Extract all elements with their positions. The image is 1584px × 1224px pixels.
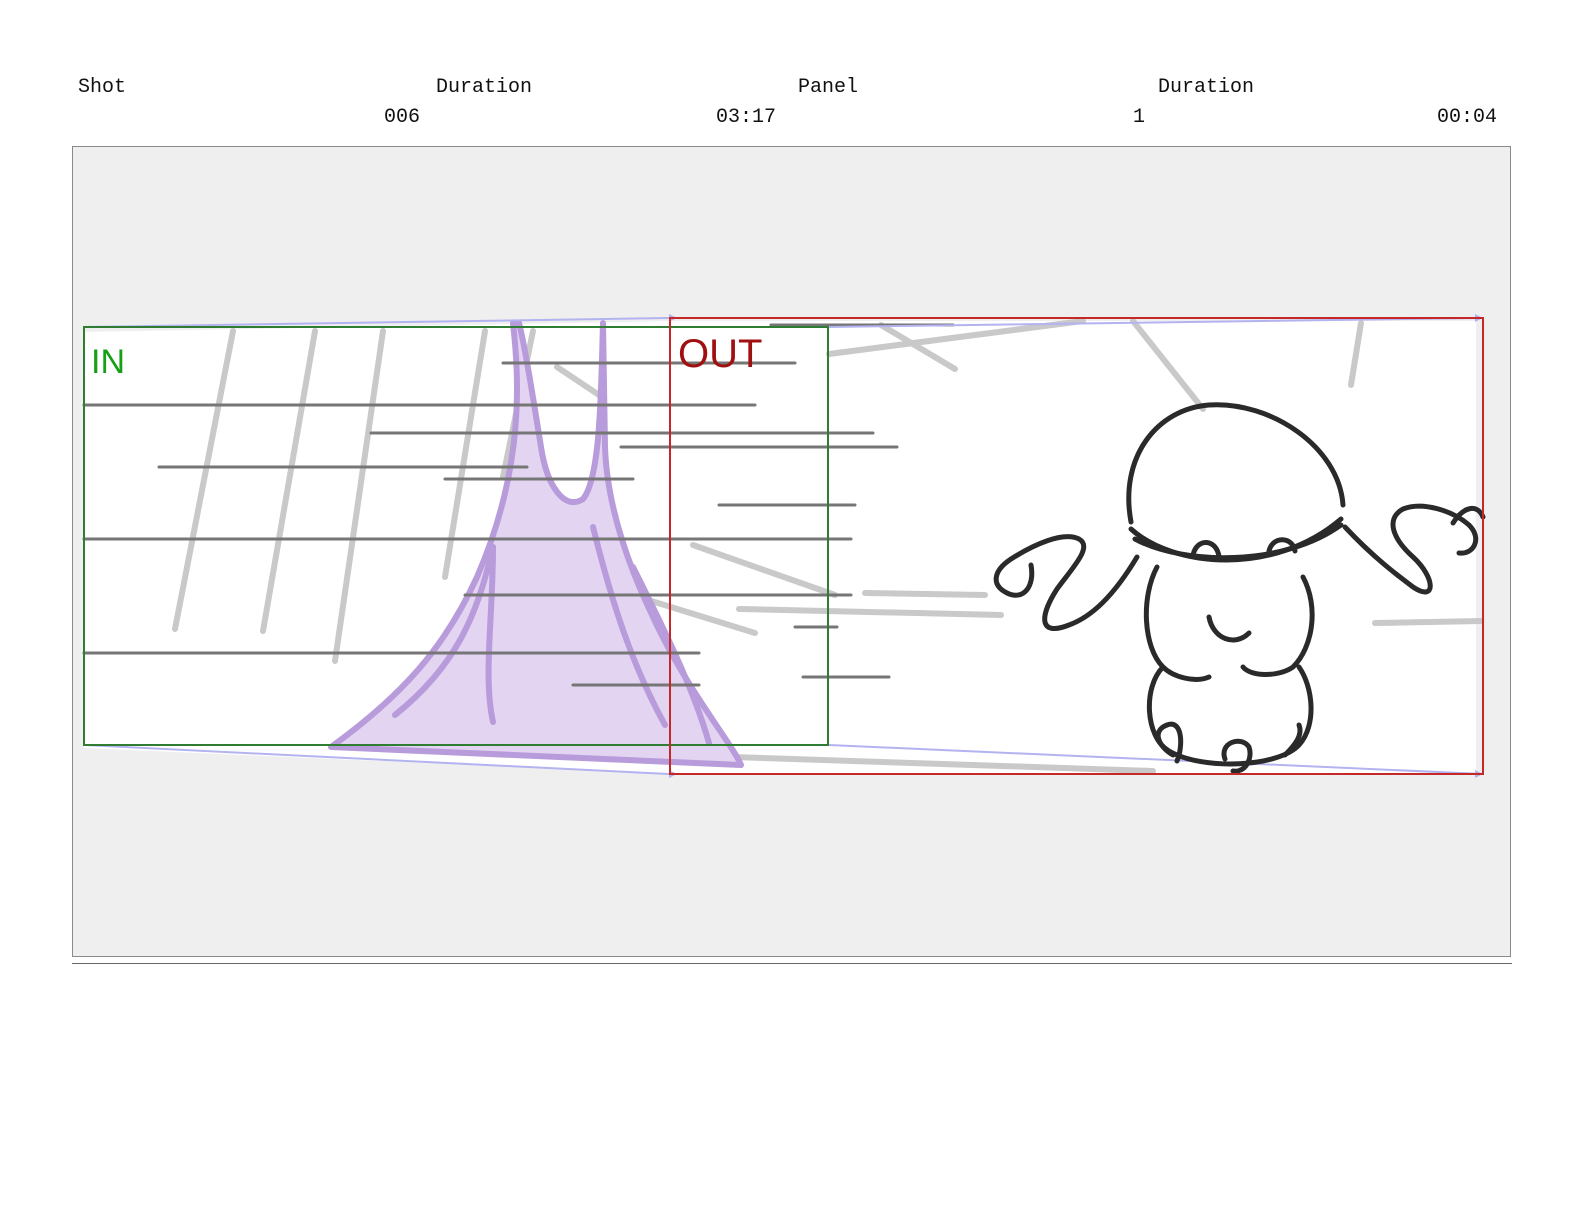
panel-label: Panel — [798, 76, 859, 99]
shot-label: Shot — [78, 76, 127, 99]
page-divider — [72, 963, 1512, 964]
drawing-canvas — [84, 321, 1476, 774]
shot-duration-label: Duration — [436, 76, 533, 99]
panel-duration-label: Duration — [1158, 76, 1255, 99]
shot-number: 006 — [384, 106, 421, 129]
shot-duration-value: 03:17 — [716, 106, 777, 129]
in-label: IN — [91, 343, 125, 381]
storyboard-panel: IN OUT — [72, 146, 1511, 957]
out-label: OUT — [678, 332, 762, 376]
panel-number: 1 — [1133, 106, 1146, 129]
storyboard-drawing: IN OUT — [82, 314, 1486, 778]
panel-duration-value: 00:04 — [1437, 106, 1498, 129]
